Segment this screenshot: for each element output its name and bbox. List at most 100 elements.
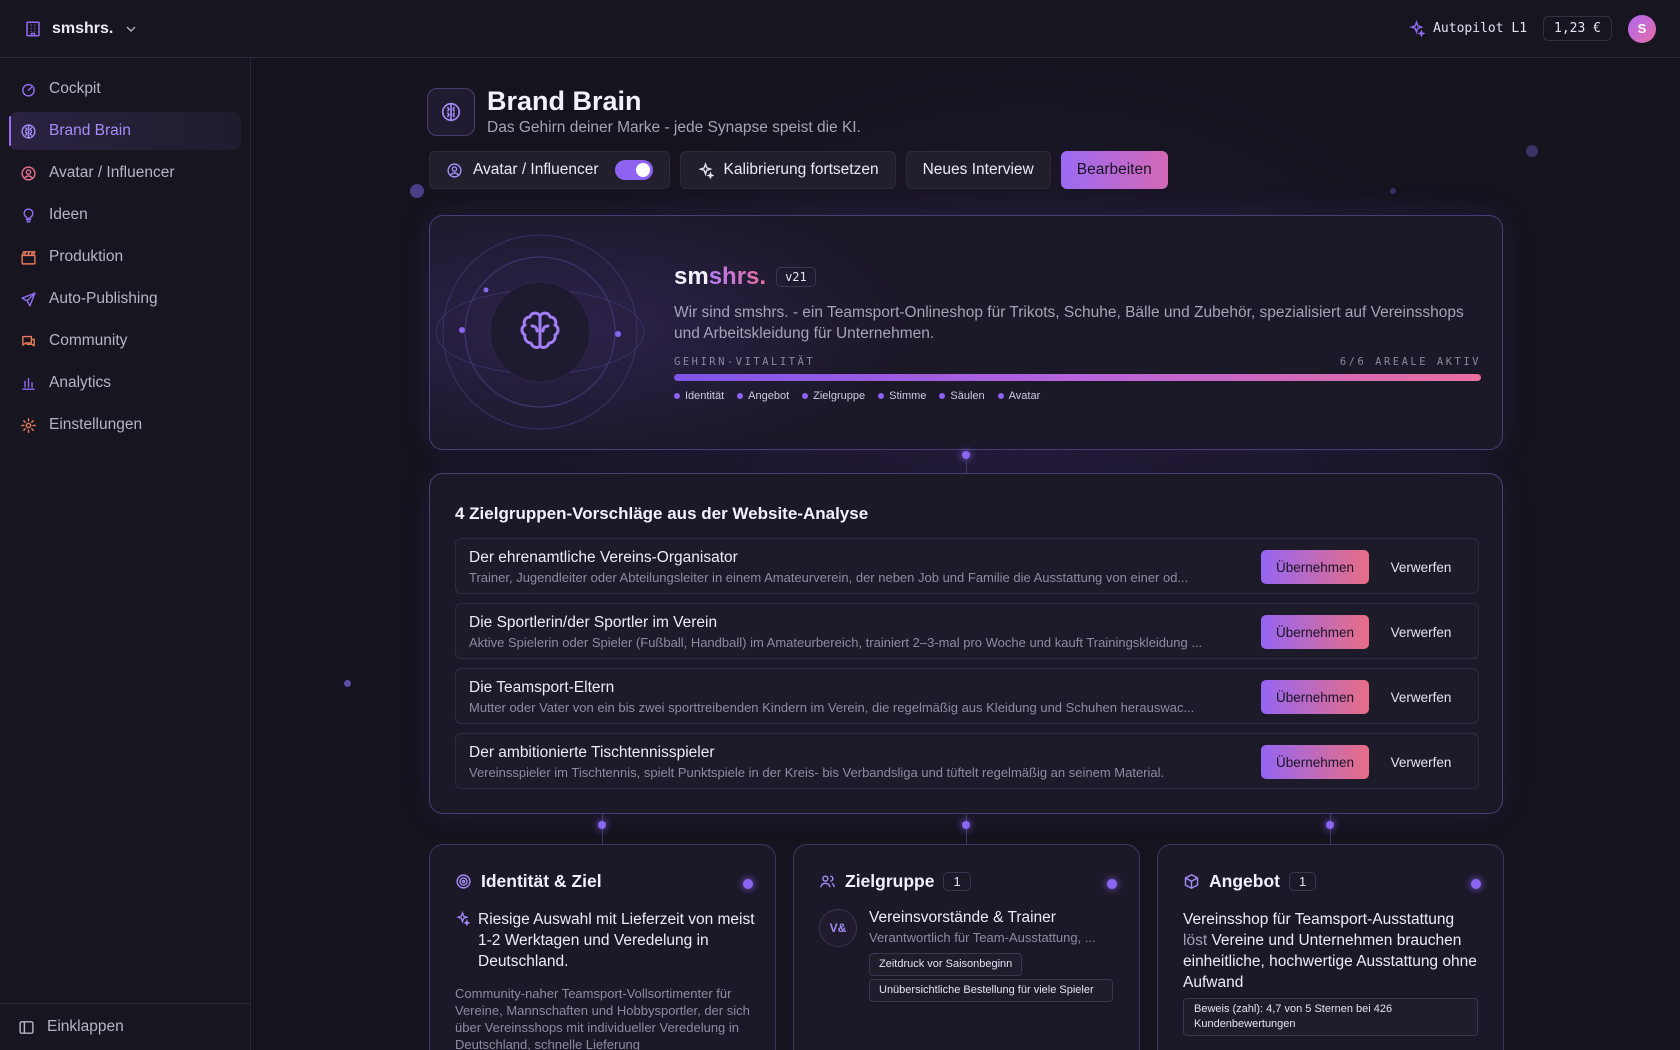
sidebar-item-auto-publishing[interactable]: Auto-Publishing bbox=[9, 280, 241, 318]
suggestion-description: Aktive Spielerin oder Spieler (Fußball, … bbox=[469, 635, 1203, 650]
offer-statement: Vereinsshop für Teamsport-Ausstattung lö… bbox=[1183, 909, 1478, 993]
suggestion-row: Der ambitionierte Tischtennisspieler Vere… bbox=[455, 733, 1479, 789]
brain-area-tag: Stimme bbox=[878, 390, 926, 402]
audience-suggestions-card: 4 Zielgruppen-Vorschläge aus der Website… bbox=[429, 473, 1503, 814]
reject-button[interactable]: Verwerfen bbox=[1376, 550, 1466, 584]
top-bar: smshrs. Autopilot L1 1,23 € S bbox=[0, 0, 1680, 58]
sidebar-item-label: Analytics bbox=[49, 374, 112, 391]
sidebar-item-label: Avatar / Influencer bbox=[49, 164, 175, 181]
brand-name-accent: shrs. bbox=[708, 263, 767, 290]
brain-area-tag: Angebot bbox=[737, 390, 789, 402]
audience-card[interactable]: Zielgruppe 1 V& Vereinsvorstände & Train… bbox=[793, 844, 1140, 1050]
sidebar-item-community[interactable]: Community bbox=[9, 322, 241, 360]
toolbar: Avatar / Influencer Kalibrierung fortset… bbox=[429, 151, 1168, 189]
avatar-toggle-switch[interactable] bbox=[614, 160, 653, 180]
gauge-icon bbox=[20, 81, 37, 98]
connector-node bbox=[1326, 821, 1334, 829]
cost-badge: 1,23 € bbox=[1543, 16, 1612, 41]
workspace-name: smshrs. bbox=[52, 19, 114, 37]
lightbulb-icon bbox=[20, 207, 37, 224]
user-circle-icon bbox=[447, 162, 462, 178]
brand-name-prefix: sm bbox=[674, 263, 709, 290]
avatar-toggle-control[interactable]: Avatar / Influencer bbox=[429, 151, 670, 189]
collapse-label: Einklappen bbox=[47, 1018, 124, 1035]
new-interview-button[interactable]: Neues Interview bbox=[905, 151, 1051, 189]
identity-description: Community-naher Teamsport-Vollsortimente… bbox=[455, 986, 750, 1050]
sidebar-item-cockpit[interactable]: Cockpit bbox=[9, 70, 241, 108]
connector-node bbox=[598, 821, 606, 829]
connector-node bbox=[962, 451, 970, 459]
sidebar-item-label: Einstellungen bbox=[49, 416, 143, 433]
calibrate-button[interactable]: Kalibrierung fortsetzen bbox=[679, 151, 896, 189]
sidebar-item-ideen[interactable]: Ideen bbox=[9, 196, 241, 234]
users-icon bbox=[820, 875, 835, 888]
main-content: Brand Brain Das Gehirn deiner Marke - je… bbox=[252, 58, 1680, 1050]
audience-card-header: Zielgruppe 1 bbox=[819, 871, 971, 892]
sidebar-item-produktion[interactable]: Produktion bbox=[9, 238, 241, 276]
reject-button[interactable]: Verwerfen bbox=[1376, 680, 1466, 714]
background-particle bbox=[344, 680, 351, 687]
chat-icon bbox=[20, 333, 37, 350]
sparkles-icon bbox=[456, 911, 470, 926]
gear-icon bbox=[20, 417, 37, 434]
offer-card[interactable]: Angebot 1 Vereinsshop für Teamsport-Auss… bbox=[1157, 844, 1504, 1050]
offer-card-header: Angebot 1 bbox=[1183, 871, 1317, 892]
accept-button[interactable]: Übernehmen bbox=[1261, 615, 1369, 649]
audience-card-title: Zielgruppe bbox=[845, 871, 935, 891]
offer-count-badge: 1 bbox=[1288, 872, 1317, 891]
suggestions-title: 4 Zielgruppen-Vorschläge aus der Website… bbox=[455, 504, 869, 523]
identity-claim: Riesige Auswahl mit Lieferzeit von meist… bbox=[455, 909, 755, 972]
autopilot-status[interactable]: Autopilot L1 bbox=[1408, 20, 1527, 37]
brain-area-tag: Zielgruppe bbox=[802, 390, 865, 402]
sidebar-item-analytics[interactable]: Analytics bbox=[9, 364, 241, 402]
persona-name: Vereinsvorstände & Trainer bbox=[869, 909, 1056, 926]
identity-card[interactable]: Identität & Ziel Riesige Auswahl mit Lie… bbox=[429, 844, 776, 1050]
workspace-switcher[interactable]: smshrs. bbox=[24, 20, 139, 38]
clapperboard-icon bbox=[20, 249, 37, 266]
calibrate-label: Kalibrierung fortsetzen bbox=[723, 161, 879, 178]
connector-node bbox=[962, 821, 970, 829]
brand-name: smshrs. bbox=[674, 263, 766, 291]
avatar-toggle-label: Avatar / Influencer bbox=[473, 161, 599, 178]
brain-orbit-graphic bbox=[435, 234, 645, 430]
sidebar-item-brand-brain[interactable]: Brand Brain bbox=[9, 112, 241, 150]
suggestion-description: Trainer, Jugendleiter oder Abteilungslei… bbox=[469, 570, 1189, 585]
connector-line bbox=[1330, 814, 1331, 844]
connector-line bbox=[966, 814, 967, 844]
user-circle-icon bbox=[20, 165, 37, 182]
identity-card-header: Identität & Ziel bbox=[455, 871, 602, 892]
sidebar-item-einstellungen[interactable]: Einstellungen bbox=[9, 406, 241, 444]
sidebar-item-avatar-influencer[interactable]: Avatar / Influencer bbox=[9, 154, 241, 192]
brain-area-tag: Avatar bbox=[998, 390, 1041, 402]
brand-row: smshrs. v21 bbox=[674, 263, 816, 291]
suggestion-description: Mutter oder Vater von ein bis zwei sport… bbox=[469, 700, 1195, 715]
offer-proof-chip: Beweis (zahl): 4,7 von 5 Sternen bei 426… bbox=[1183, 998, 1478, 1036]
page-title: Brand Brain bbox=[487, 86, 642, 116]
reject-button[interactable]: Verwerfen bbox=[1376, 615, 1466, 649]
offer-verb: löst bbox=[1183, 932, 1212, 949]
edit-button[interactable]: Bearbeiten bbox=[1060, 151, 1168, 189]
accept-button[interactable]: Übernehmen bbox=[1261, 550, 1369, 584]
status-dot bbox=[743, 879, 753, 889]
background-particle bbox=[1390, 188, 1396, 194]
offer-problem: Vereine und Unternehmen brauchen einheit… bbox=[1183, 932, 1477, 991]
box-icon bbox=[1184, 873, 1199, 890]
connector-line bbox=[602, 814, 603, 844]
accept-button[interactable]: Übernehmen bbox=[1261, 745, 1369, 779]
brain-area-tag: Identität bbox=[674, 390, 724, 402]
user-avatar[interactable]: S bbox=[1628, 14, 1656, 43]
send-icon bbox=[20, 291, 37, 308]
pain-chip: Unübersichtliche Bestellung für viele Sp… bbox=[869, 979, 1113, 1002]
suggestion-row: Die Sportlerin/der Sportler im Verein Akt… bbox=[455, 603, 1479, 659]
sparkles-icon bbox=[1409, 20, 1426, 37]
accept-button[interactable]: Übernehmen bbox=[1261, 680, 1369, 714]
sidebar-item-label: Brand Brain bbox=[49, 122, 131, 139]
suggestion-name: Die Sportlerin/der Sportler im Verein bbox=[469, 614, 718, 631]
brain-icon bbox=[427, 87, 475, 136]
reject-button[interactable]: Verwerfen bbox=[1376, 745, 1466, 779]
offer-card-title: Angebot bbox=[1209, 871, 1280, 891]
vitality-label: GEHIRN-VITALITÄT bbox=[674, 356, 816, 368]
page-header: Brand Brain Das Gehirn deiner Marke - je… bbox=[427, 86, 861, 137]
collapse-sidebar-button[interactable]: Einklappen bbox=[0, 1003, 250, 1050]
suggestion-name: Die Teamsport-Eltern bbox=[469, 679, 615, 696]
